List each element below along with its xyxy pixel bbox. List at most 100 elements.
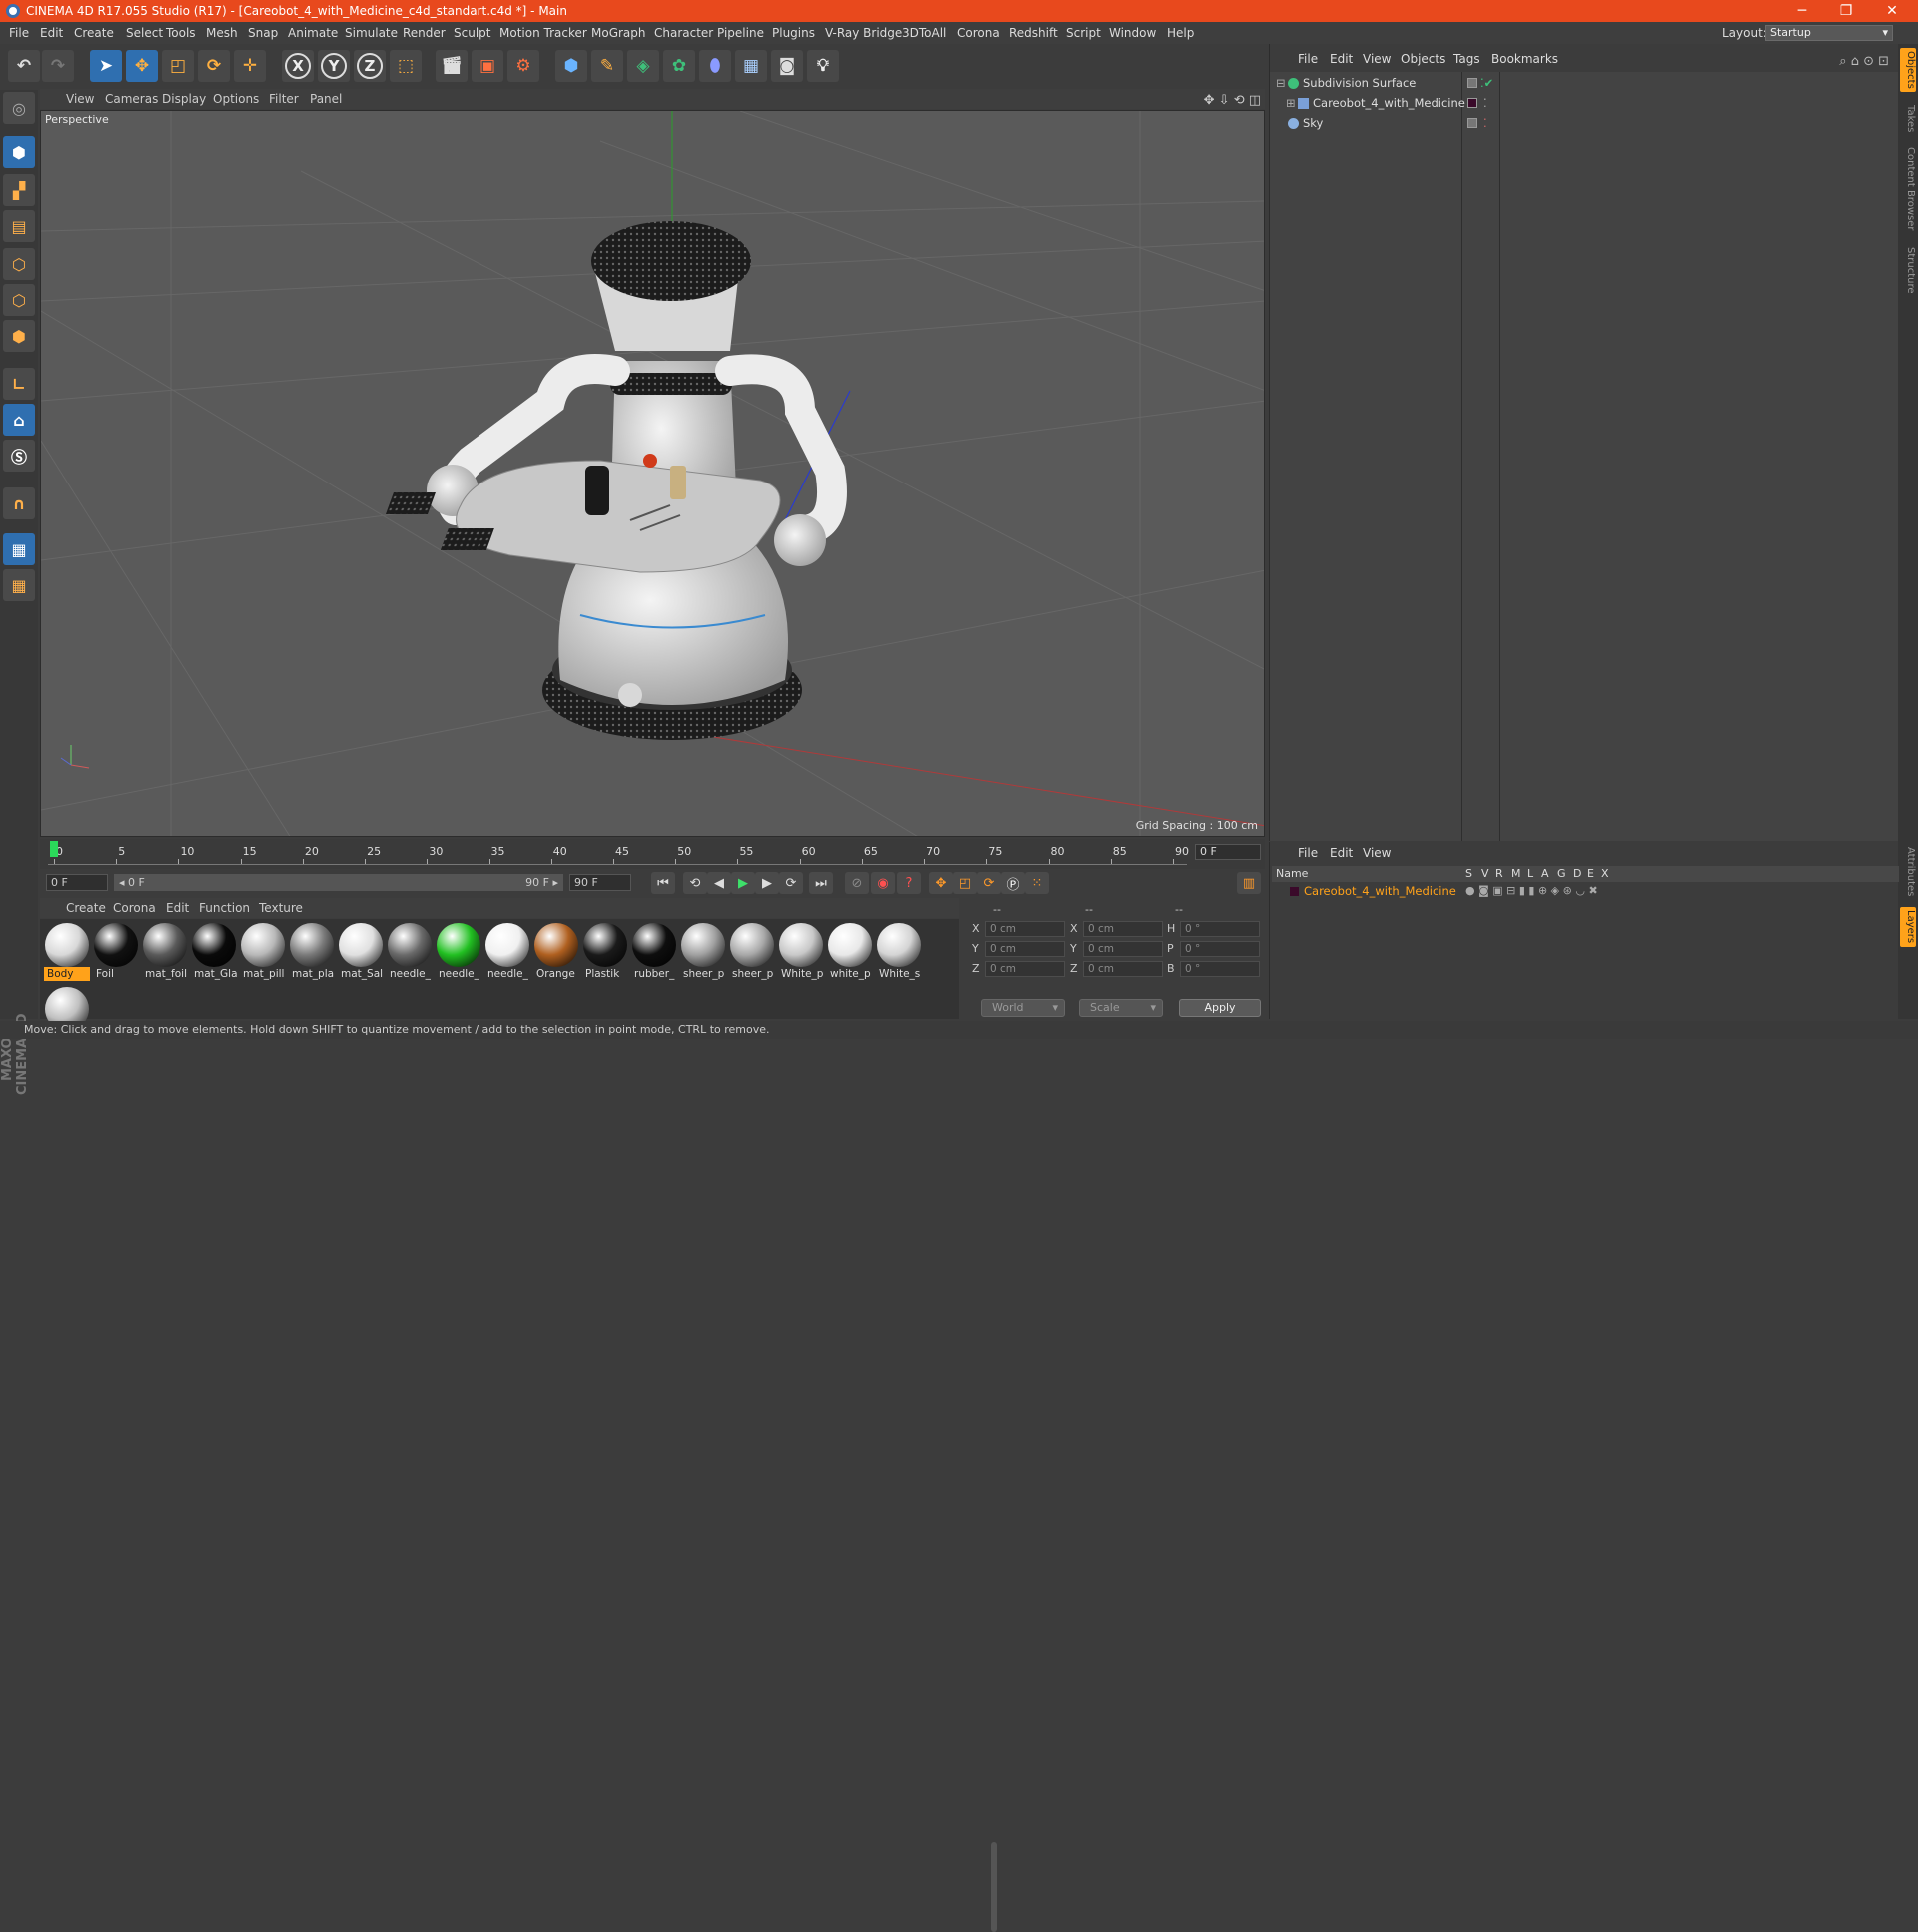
material-menu-function[interactable]: Function xyxy=(199,898,250,918)
menu-help[interactable]: Help xyxy=(1167,22,1194,44)
layer-flag[interactable] xyxy=(1467,78,1477,88)
viewport-menu-display[interactable]: Display xyxy=(162,89,206,109)
layer-menu-view[interactable]: View xyxy=(1363,842,1391,864)
make-editable-button[interactable]: ◎ xyxy=(3,92,35,124)
workplane-mode-button[interactable]: ▤ xyxy=(3,210,35,242)
material-swatch[interactable]: Orange xyxy=(533,923,579,983)
record-disabled-button[interactable]: ⊘ xyxy=(845,872,869,894)
start-frame-field[interactable]: 0 F xyxy=(46,874,108,891)
visibility-dots-icon[interactable]: ⁚ xyxy=(1483,94,1487,112)
menu-simulate[interactable]: Simulate xyxy=(345,22,398,44)
object-menu-file[interactable]: File xyxy=(1298,48,1318,70)
go-to-end-button[interactable]: ⏭ xyxy=(809,872,833,894)
camera-button[interactable]: ◙ xyxy=(771,50,803,82)
layer-flag[interactable] xyxy=(1467,118,1477,128)
key-rotation-button[interactable]: ⟳ xyxy=(977,872,1001,894)
snapping-button[interactable]: Ⓢ xyxy=(3,440,35,472)
restore-button[interactable]: ❐ xyxy=(1824,0,1868,22)
material-swatch[interactable]: mat_pla xyxy=(289,923,335,983)
coord-size-z-field[interactable]: 0 cm xyxy=(1083,961,1163,977)
menu-sculpt[interactable]: Sculpt xyxy=(454,22,490,44)
viewport-nav-icons[interactable]: ✥ ⇩ ⟲ ◫ xyxy=(1204,91,1261,111)
menu-window[interactable]: Window xyxy=(1109,22,1156,44)
key-position-button[interactable]: ✥ xyxy=(929,872,953,894)
tab-content-browser[interactable]: Content Browser xyxy=(1900,144,1916,234)
render-picture-viewer-button[interactable]: ▣ xyxy=(472,50,503,82)
planar-workplane-button[interactable]: ▦ xyxy=(3,569,35,601)
menu-motion-tracker[interactable]: Motion Tracker xyxy=(499,22,587,44)
layer-menu-edit[interactable]: Edit xyxy=(1330,842,1353,864)
auto-keying-button[interactable]: ? xyxy=(897,872,921,894)
viewport-menu-panel[interactable]: Panel xyxy=(310,89,342,109)
perspective-viewport[interactable]: Perspective Grid Spacing : 100 cm xyxy=(40,110,1265,837)
key-parameter-button[interactable]: Ⓟ xyxy=(1001,872,1025,894)
deformer-button[interactable]: ⬮ xyxy=(699,50,731,82)
spline-pen-button[interactable]: ✎ xyxy=(591,50,623,82)
layer-col-solo[interactable]: S xyxy=(1465,866,1472,882)
axis-mode-button[interactable]: ∟ xyxy=(3,368,35,400)
coord-size-x-field[interactable]: 0 cm xyxy=(1083,921,1163,937)
material-swatch[interactable]: White_p xyxy=(778,923,824,983)
timeline-ruler[interactable]: 0 5 10 15 20 25 30 35 40 45 50 55 60 65 70 75 80 85 90 0 F xyxy=(40,839,1265,869)
material-menu-edit[interactable]: Edit xyxy=(166,898,189,918)
tab-attributes[interactable]: Attributes xyxy=(1900,845,1916,899)
menu-file[interactable]: File xyxy=(9,22,29,44)
render-view-button[interactable]: 🎬︎ xyxy=(436,50,468,82)
cloner-button[interactable]: ✿ xyxy=(663,50,695,82)
menu-vray-bridge[interactable]: V-Ray Bridge xyxy=(825,22,902,44)
coord-pos-y-field[interactable]: 0 cm xyxy=(985,941,1065,957)
expand-icon[interactable]: ⊞ xyxy=(1286,94,1296,112)
menu-select[interactable]: Select xyxy=(126,22,163,44)
coord-space-dropdown[interactable]: World ▾ xyxy=(981,999,1065,1017)
material-swatch[interactable]: mat_Gla xyxy=(191,923,237,983)
current-frame-field[interactable]: 0 F xyxy=(1195,844,1261,860)
z-axis-button[interactable]: Z xyxy=(354,50,386,82)
layer-color-swatch[interactable] xyxy=(1290,887,1299,896)
material-menu-corona[interactable]: Corona xyxy=(113,898,156,918)
render-settings-button[interactable]: ⚙ xyxy=(507,50,539,82)
undo-button[interactable]: ↶ xyxy=(8,50,40,82)
light-button[interactable]: 💡︎ xyxy=(807,50,839,82)
timeline-playhead[interactable] xyxy=(50,841,58,857)
enabled-check-icon[interactable]: ⁚✔ xyxy=(1480,74,1493,92)
layer-col-animation[interactable]: A xyxy=(1541,866,1549,882)
viewport-menu-filter[interactable]: Filter xyxy=(269,89,299,109)
record-keys-button[interactable]: ◉ xyxy=(871,872,895,894)
viewport-menu-view[interactable]: View xyxy=(66,89,94,109)
menu-create[interactable]: Create xyxy=(74,22,114,44)
menu-mograph[interactable]: MoGraph xyxy=(591,22,646,44)
key-pla-button[interactable]: ⁙ xyxy=(1025,872,1049,894)
minimize-button[interactable]: ─ xyxy=(1780,0,1824,22)
menu-3dtoall[interactable]: 3DToAll xyxy=(902,22,946,44)
object-manager-search-icons[interactable]: ⌕ ⌂ ⊙ ⊡ xyxy=(1839,51,1889,73)
y-axis-button[interactable]: Y xyxy=(318,50,350,82)
end-frame-field[interactable]: 90 F xyxy=(569,874,631,891)
play-button[interactable]: ▶ xyxy=(731,872,755,894)
coord-rot-b-field[interactable]: 0 ° xyxy=(1180,961,1260,977)
menu-plugins[interactable]: Plugins xyxy=(772,22,815,44)
material-swatch[interactable]: Plastik xyxy=(582,923,628,983)
edges-mode-button[interactable]: ⬡ xyxy=(3,284,35,316)
material-menu-create[interactable]: Create xyxy=(66,898,106,918)
x-axis-button[interactable]: X xyxy=(282,50,314,82)
locked-workplane-button[interactable]: ▦ xyxy=(3,533,35,565)
redo-button[interactable]: ↷ xyxy=(42,50,74,82)
tab-takes[interactable]: Takes xyxy=(1900,102,1916,136)
previous-frame-button[interactable]: ◀ xyxy=(707,872,731,894)
menu-script[interactable]: Script xyxy=(1066,22,1101,44)
menu-animate[interactable]: Animate xyxy=(288,22,338,44)
timeline-ticks[interactable]: 0 5 10 15 20 25 30 35 40 45 50 55 60 65 70 75 80 85 90 xyxy=(48,843,1189,865)
material-swatch[interactable]: sheer_p xyxy=(729,923,775,983)
material-swatch[interactable]: Body xyxy=(44,923,90,983)
object-menu-objects[interactable]: Objects xyxy=(1401,48,1445,70)
layer-col-manager[interactable]: M xyxy=(1511,866,1521,882)
material-menu-texture[interactable]: Texture xyxy=(259,898,303,918)
layer-row-careobot[interactable]: Careobot_4_with_Medicine ● ◙ ▣ ⊟ ▮ ▮ ⊕ ◈… xyxy=(1272,882,1899,900)
points-mode-button[interactable]: ⬡ xyxy=(3,248,35,280)
coord-pos-z-field[interactable]: 0 cm xyxy=(985,961,1065,977)
coord-rot-h-field[interactable]: 0 ° xyxy=(1180,921,1260,937)
material-swatch[interactable]: mat_foil xyxy=(142,923,188,983)
layer-toggle-icons[interactable]: ● ◙ ▣ ⊟ ▮ ▮ ⊕ ◈ ⊛ ◡ ✖ xyxy=(1465,882,1598,900)
object-menu-bookmarks[interactable]: Bookmarks xyxy=(1491,48,1558,70)
key-scale-button[interactable]: ◰ xyxy=(953,872,977,894)
